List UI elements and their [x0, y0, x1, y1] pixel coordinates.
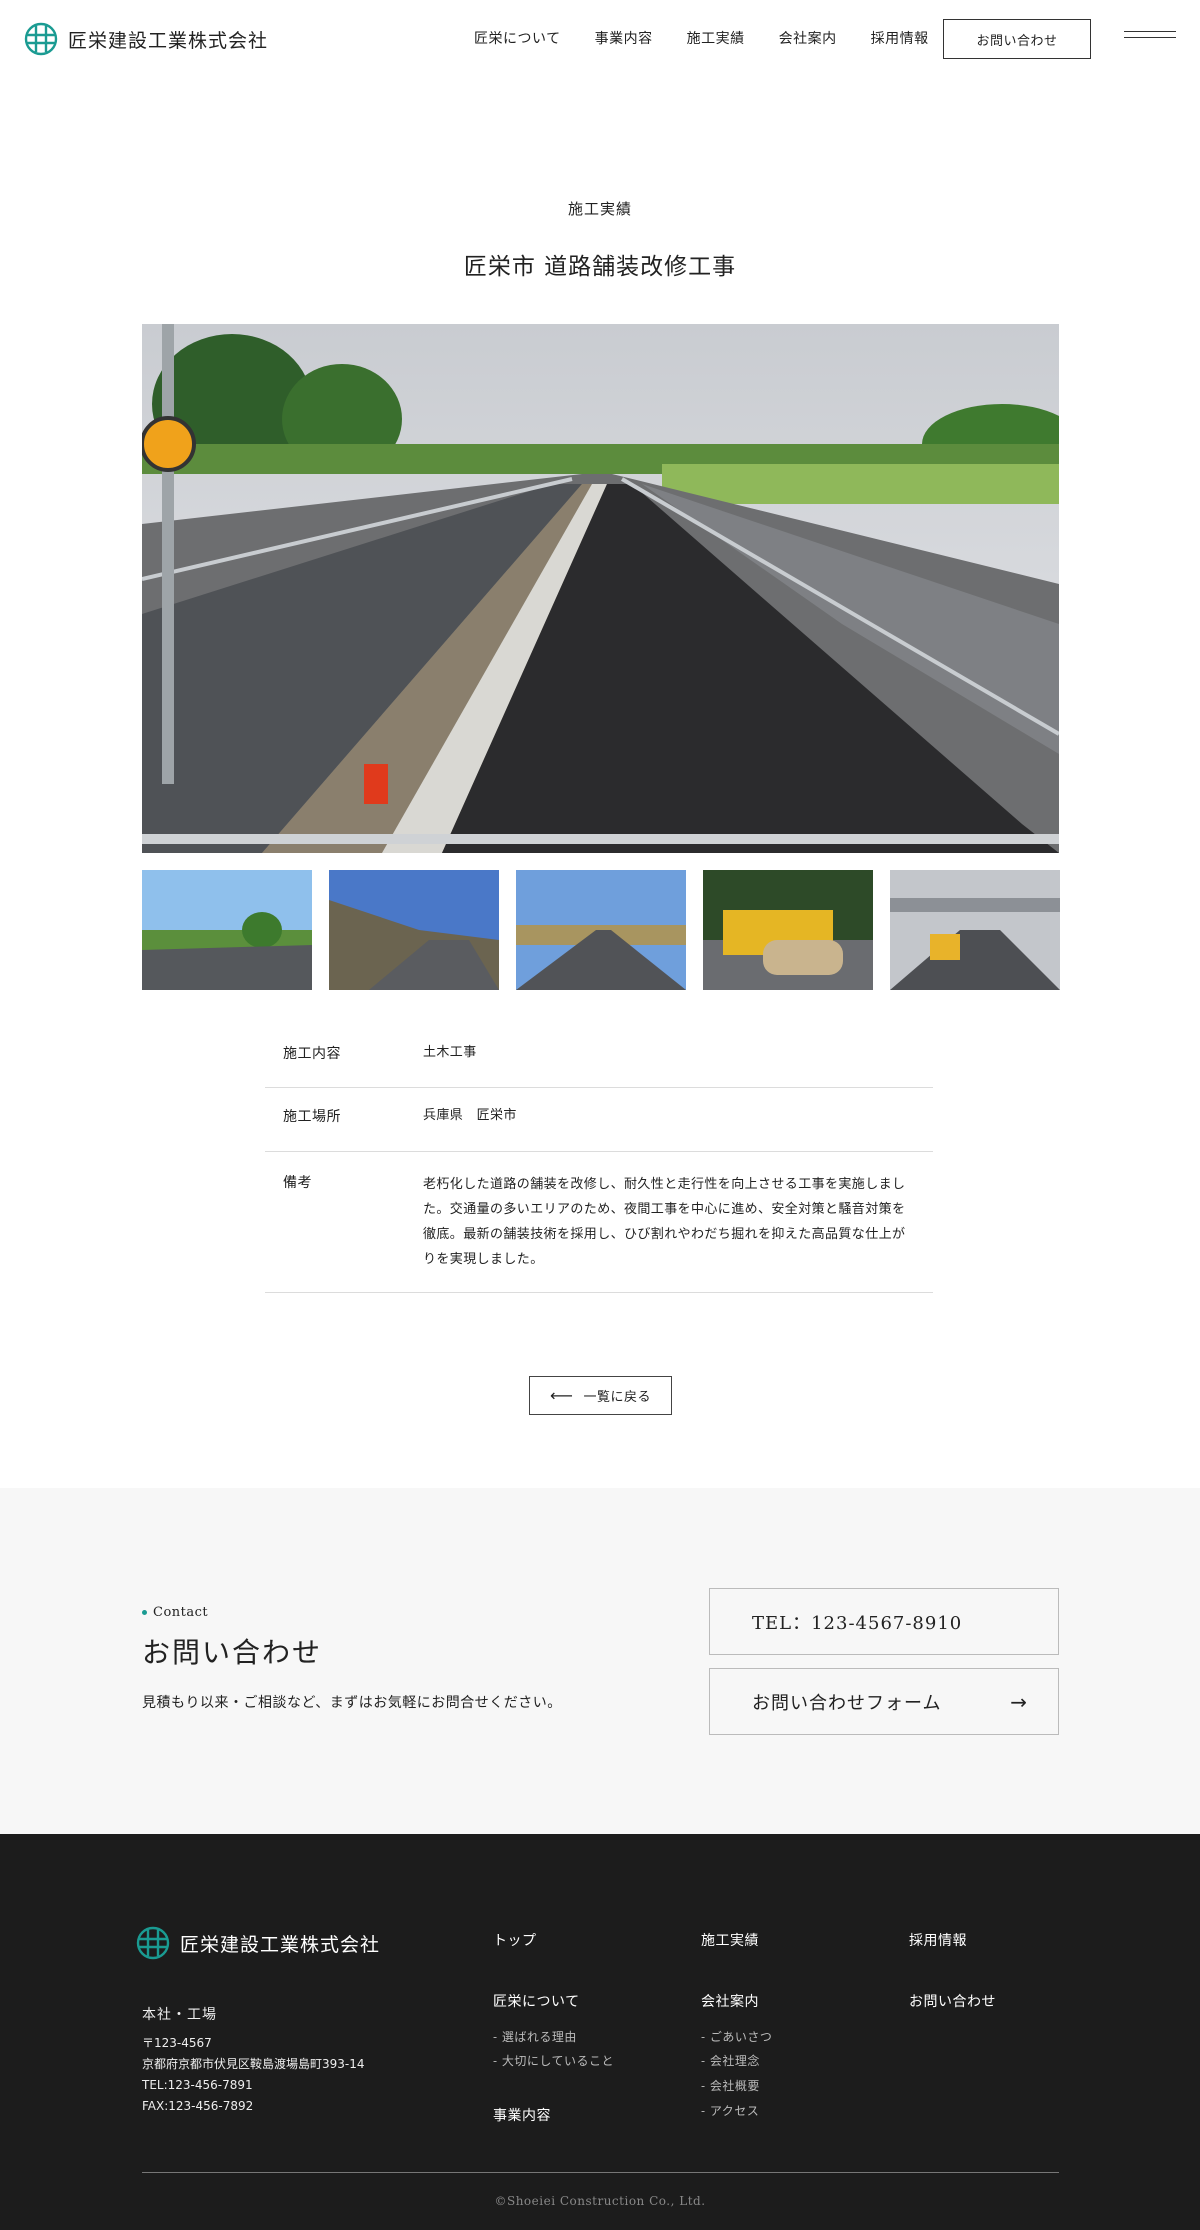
- tel-button[interactable]: TEL：123-4567-8910: [709, 1588, 1059, 1655]
- tel-line: TEL:123-456-7891: [142, 2078, 253, 2092]
- logo-mark-icon: [136, 1926, 170, 1960]
- global-nav: 匠栄について 事業内容 施工実績 会社案内 採用情報: [474, 28, 963, 48]
- detail-label: 施工場所: [283, 1109, 341, 1125]
- detail-label: 備考: [283, 1175, 312, 1191]
- contact-form-button[interactable]: お問い合わせフォーム →: [709, 1668, 1059, 1735]
- footer-link-contact[interactable]: お問い合わせ: [909, 1991, 996, 2011]
- detail-value: 老朽化した道路の舗装を改修し、耐久性と走行性を向上させる工事を実施しました。交通…: [423, 1177, 906, 1267]
- nav-company[interactable]: 会社案内: [779, 28, 837, 48]
- header-contact-button[interactable]: お問い合わせ: [943, 19, 1091, 59]
- work-detail-table: 施工内容 土木工事 施工場所 兵庫県 匠栄市 備考 老朽化した道路の舗装を改修し…: [265, 1026, 933, 1293]
- contact-label: Contact: [142, 1605, 208, 1620]
- nav-about[interactable]: 匠栄について: [474, 28, 561, 48]
- footer-link-works[interactable]: 施工実績: [701, 1930, 759, 1950]
- address-line: 京都府京都市伏見区鞍島渡場島町393-14: [142, 2057, 365, 2071]
- main-photo: [142, 324, 1059, 853]
- back-button-label: 一覧に戻る: [583, 1390, 651, 1405]
- thumbnail-3[interactable]: [516, 870, 686, 990]
- footer-sublink-access[interactable]: - アクセス: [701, 2102, 759, 2119]
- detail-value: 兵庫県 匠栄市: [423, 1108, 517, 1123]
- copyright: ©Shoeiei Construction Co., Ltd.: [494, 2194, 706, 2208]
- page-title: 匠栄市 道路舗装改修工事: [463, 254, 737, 280]
- site-header: 匠栄建設工業株式会社 匠栄について 事業内容 施工実績 会社案内 採用情報 お問…: [0, 0, 1200, 78]
- footer-link-about[interactable]: 匠栄について: [493, 1991, 580, 2011]
- address-title: 本社・工場: [142, 2007, 217, 2023]
- footer-divider: [142, 2172, 1059, 2173]
- footer-link-top[interactable]: トップ: [493, 1930, 537, 1950]
- back-to-list-button[interactable]: ⟵ 一覧に戻る: [529, 1376, 672, 1415]
- contact-description: 見積もり以来・ご相談など、まずはお気軽にお問合せください。: [142, 1695, 562, 1711]
- dot-icon: [142, 1610, 147, 1615]
- footer-sublink-greeting[interactable]: - ごあいさつ: [701, 2028, 772, 2045]
- contact-section: Contact お問い合わせ 見積もり以来・ご相談など、まずはお気軽にお問合せく…: [0, 1488, 1200, 1834]
- footer-link-recruit[interactable]: 採用情報: [909, 1930, 967, 1950]
- contact-heading: お問い合わせ: [142, 1636, 323, 1669]
- site-logo[interactable]: 匠栄建設工業株式会社: [24, 22, 268, 56]
- logo-mark-icon: [24, 22, 58, 56]
- footer-link-company[interactable]: 会社案内: [701, 1991, 759, 2011]
- footer-sublink-philosophy[interactable]: - 会社理念: [701, 2052, 760, 2069]
- address-block: 〒123-4567 京都府京都市伏見区鞍島渡場島町393-14 TEL:123-…: [142, 2033, 365, 2117]
- detail-label: 施工内容: [283, 1046, 341, 1062]
- footer-logo[interactable]: 匠栄建設工業株式会社: [136, 1926, 380, 1960]
- section-label: 施工実績: [567, 200, 632, 218]
- logo-text: 匠栄建設工業株式会社: [68, 29, 269, 52]
- nav-works[interactable]: 施工実績: [687, 28, 745, 48]
- arrow-left-icon: ⟵: [550, 1386, 574, 1405]
- thumbnail-5[interactable]: [890, 870, 1060, 990]
- detail-row: 施工場所 兵庫県 匠栄市: [265, 1088, 933, 1152]
- nav-business[interactable]: 事業内容: [595, 28, 653, 48]
- footer-sublink-reason[interactable]: - 選ばれる理由: [493, 2028, 577, 2045]
- contact-label-text: Contact: [153, 1605, 209, 1620]
- thumbnail-2[interactable]: [329, 870, 499, 990]
- thumbnail-strip: [142, 870, 1060, 990]
- footer-logo-text: 匠栄建設工業株式会社: [180, 1933, 381, 1956]
- footer-sublink-overview[interactable]: - 会社概要: [701, 2077, 760, 2094]
- thumbnail-1[interactable]: [142, 870, 312, 990]
- arrow-right-icon: →: [1010, 1689, 1028, 1714]
- postal-code: 〒123-4567: [142, 2036, 212, 2050]
- nav-recruit[interactable]: 採用情報: [871, 28, 929, 48]
- fax-line: FAX:123-456-7892: [142, 2099, 254, 2113]
- contact-form-label: お問い合わせフォーム: [752, 1692, 942, 1714]
- detail-row: 施工内容 土木工事: [265, 1026, 933, 1088]
- site-footer: 匠栄建設工業株式会社 本社・工場 〒123-4567 京都府京都市伏見区鞍島渡場…: [0, 1834, 1200, 2230]
- detail-value: 土木工事: [423, 1045, 477, 1060]
- footer-sublink-values[interactable]: - 大切にしていること: [493, 2052, 614, 2069]
- thumbnail-4[interactable]: [703, 870, 873, 990]
- footer-link-business[interactable]: 事業内容: [493, 2105, 551, 2125]
- detail-row: 備考 老朽化した道路の舗装を改修し、耐久性と走行性を向上させる工事を実施しました…: [265, 1152, 933, 1293]
- hamburger-menu-icon[interactable]: [1124, 31, 1176, 45]
